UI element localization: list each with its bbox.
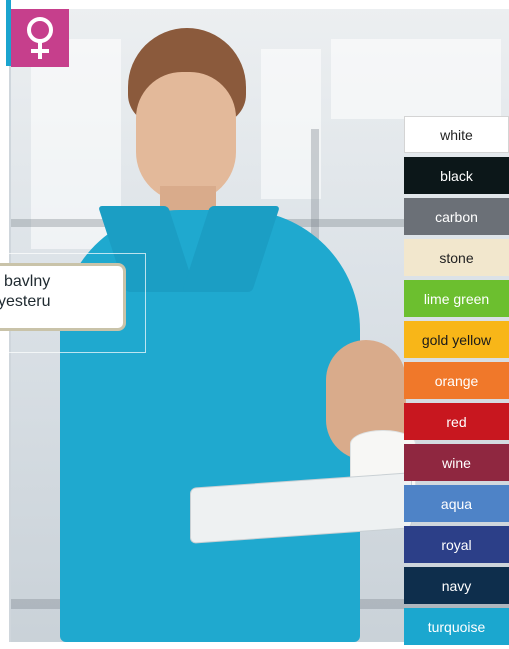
model-face (136, 72, 236, 202)
color-swatch-wine[interactable]: wine (404, 444, 509, 481)
callout-line-1: bavlny (4, 273, 51, 290)
color-swatch-aqua[interactable]: aqua (404, 485, 509, 522)
color-swatch-gold-yellow[interactable]: gold yellow (404, 321, 509, 358)
color-swatch-stone[interactable]: stone (404, 239, 509, 276)
female-symbol-icon (27, 17, 53, 59)
color-swatch-white[interactable]: white (404, 116, 509, 153)
color-swatch-orange[interactable]: orange (404, 362, 509, 399)
top-border (11, 0, 509, 9)
color-swatch-carbon[interactable]: carbon (404, 198, 509, 235)
color-swatch-royal[interactable]: royal (404, 526, 509, 563)
color-swatch-turquoise[interactable]: turquoise (404, 608, 509, 645)
color-swatch-list: white black carbon stone lime green gold yell… (404, 116, 509, 649)
color-swatch-lime-green[interactable]: lime green (404, 280, 509, 317)
callout-line-2: yesteru (0, 293, 51, 310)
material-callout: bavlny yesteru (0, 263, 126, 331)
color-swatch-navy[interactable]: navy (404, 567, 509, 604)
color-swatch-red[interactable]: red (404, 403, 509, 440)
color-swatch-black[interactable]: black (404, 157, 509, 194)
female-badge (11, 9, 69, 67)
